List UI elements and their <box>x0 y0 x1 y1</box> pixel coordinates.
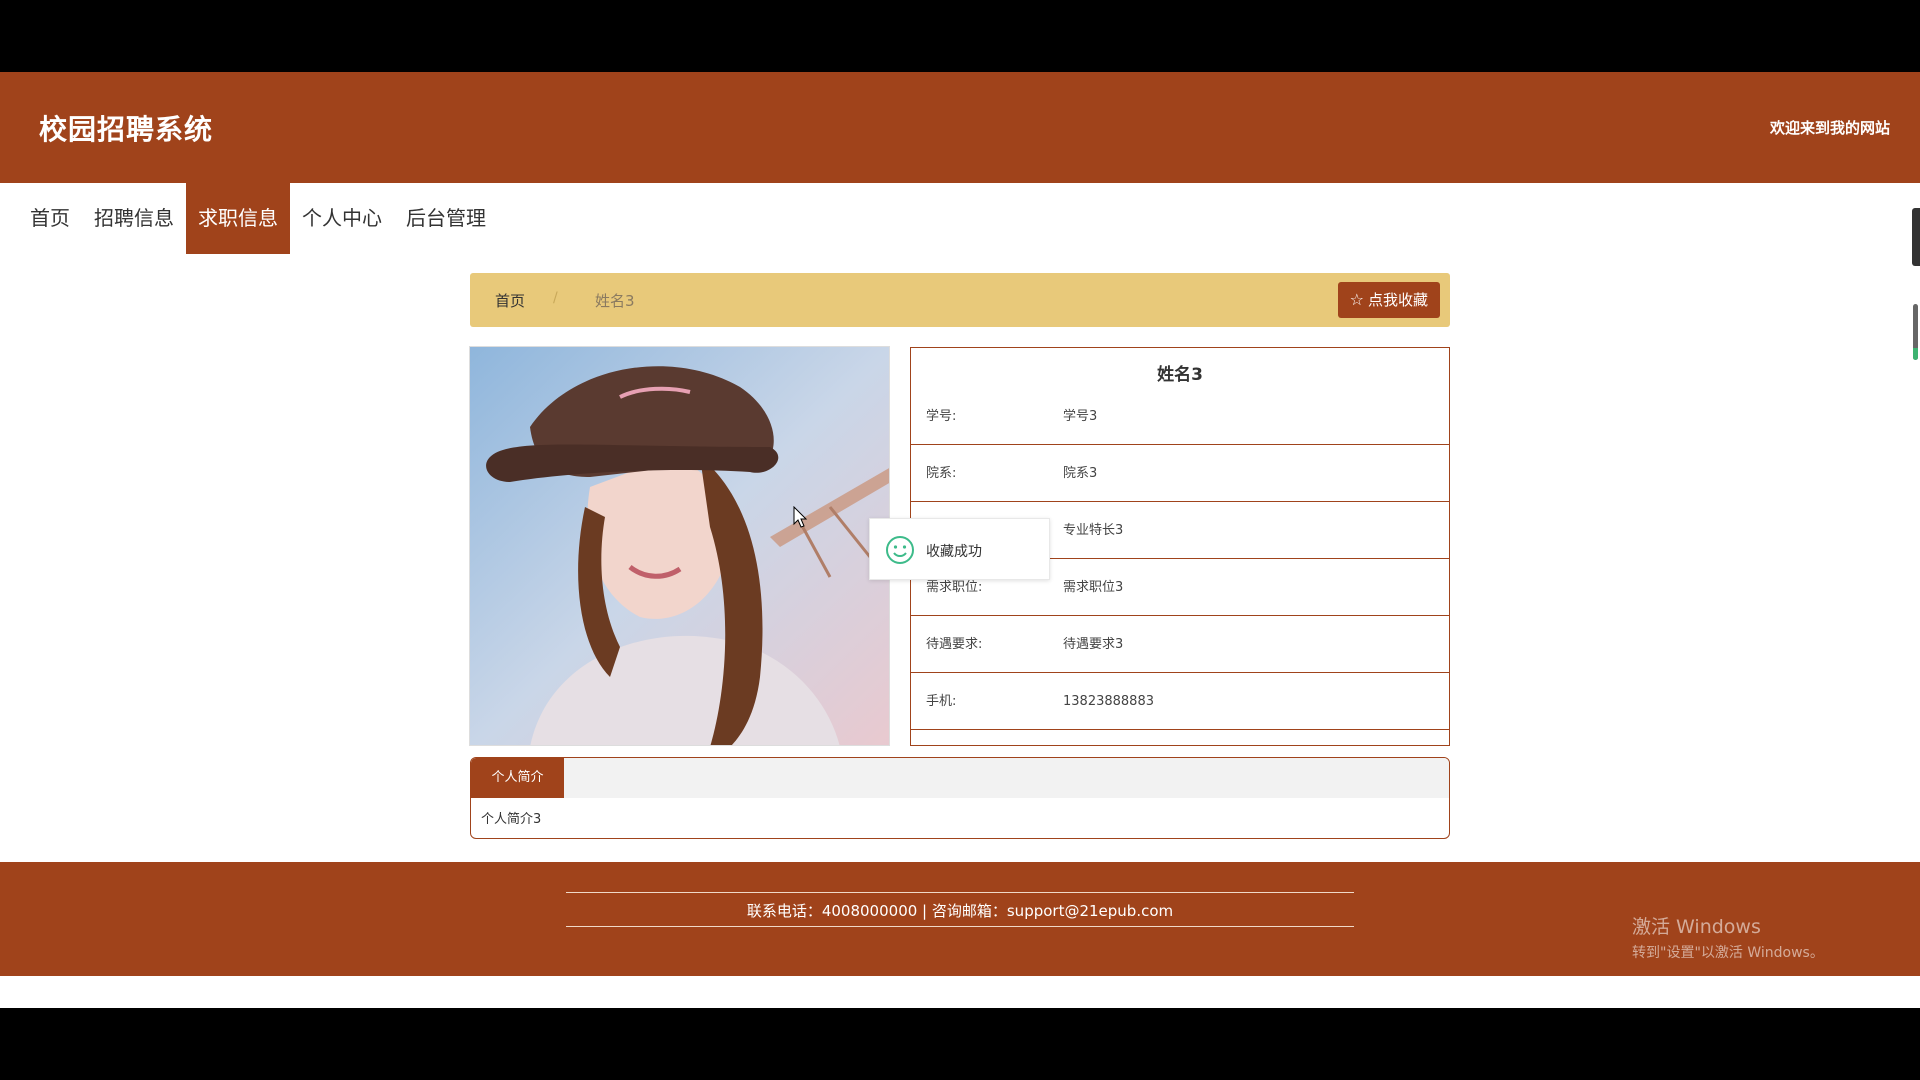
profile-photo <box>469 346 890 746</box>
breadcrumb-current: 姓名3 <box>595 292 635 310</box>
nav-item-recruitment[interactable]: 招聘信息 <box>82 183 186 254</box>
footer-divider-top <box>566 892 1354 893</box>
info-label: 待遇要求: <box>926 637 983 652</box>
nav-item-admin[interactable]: 后台管理 <box>394 183 498 254</box>
nav-item-personal-center[interactable]: 个人中心 <box>290 183 394 254</box>
smile-icon <box>886 536 914 564</box>
letterbox-top <box>0 0 1920 72</box>
site-title[interactable]: 校园招聘系统 <box>39 108 213 148</box>
profile-name: 姓名3 <box>1157 365 1203 385</box>
side-scroll-handle[interactable] <box>1912 208 1920 266</box>
watermark-title: 激活 Windows <box>1632 916 1761 938</box>
mouse-cursor-icon <box>793 506 808 528</box>
profile-photo-image <box>470 347 889 745</box>
info-label: 学号: <box>926 409 957 424</box>
favorite-button[interactable]: ☆ 点我收藏 <box>1337 282 1440 318</box>
star-icon: ☆ <box>1349 290 1364 309</box>
letterbox-bottom <box>0 1008 1920 1080</box>
info-label: 手机: <box>926 694 957 709</box>
info-value: 学号3 <box>1063 409 1098 424</box>
main-nav: 首页 招聘信息 求职信息 个人中心 后台管理 <box>0 183 498 254</box>
nav-item-job-seeking[interactable]: 求职信息 <box>186 183 290 254</box>
info-row-department: 院系: 院系3 <box>911 445 1449 502</box>
windows-activation-watermark: 激活 Windows 转到"设置"以激活 Windows。 <box>1632 912 1824 962</box>
info-value: 13823888883 <box>1063 694 1154 709</box>
breadcrumb: 首页 / 姓名3 ☆ 点我收藏 <box>470 273 1450 327</box>
welcome-text: 欢迎来到我的网站 <box>1769 119 1890 137</box>
info-value: 需求职位3 <box>1063 580 1124 595</box>
info-row-phone: 手机: 13823888883 <box>911 673 1449 730</box>
page: 校园招聘系统 欢迎来到我的网站 首页 招聘信息 求职信息 个人中心 后台管理 首… <box>0 72 1920 1008</box>
info-row-salary: 待遇要求: 待遇要求3 <box>911 616 1449 673</box>
toast-message: 收藏成功 <box>926 544 982 560</box>
success-toast: 收藏成功 <box>869 518 1050 580</box>
favorite-button-label: 点我收藏 <box>1367 291 1428 309</box>
breadcrumb-home-link[interactable]: 首页 <box>495 290 525 311</box>
intro-panel: 个人简介 个人简介3 <box>470 757 1450 839</box>
info-value: 专业特长3 <box>1063 523 1124 538</box>
scrollbar-thumb[interactable] <box>1913 304 1918 360</box>
footer-divider-bottom <box>566 926 1354 927</box>
nav-item-home[interactable]: 首页 <box>18 183 82 254</box>
info-row-student-id: 学号: 学号3 <box>911 388 1449 445</box>
intro-content: 个人简介3 <box>481 812 542 827</box>
intro-tab-bar: 个人简介 <box>471 758 1449 798</box>
info-value: 院系3 <box>1063 466 1098 481</box>
info-value: 待遇要求3 <box>1063 637 1124 652</box>
watermark-subtitle: 转到"设置"以激活 Windows。 <box>1632 945 1824 961</box>
breadcrumb-separator: / <box>553 290 558 306</box>
info-label: 院系: <box>926 466 957 481</box>
footer-contact: 联系电话：4008000000 | 咨询邮箱：support@21epub.co… <box>746 902 1174 920</box>
tab-personal-intro[interactable]: 个人简介 <box>471 758 564 798</box>
site-header: 校园招聘系统 欢迎来到我的网站 <box>0 72 1920 183</box>
